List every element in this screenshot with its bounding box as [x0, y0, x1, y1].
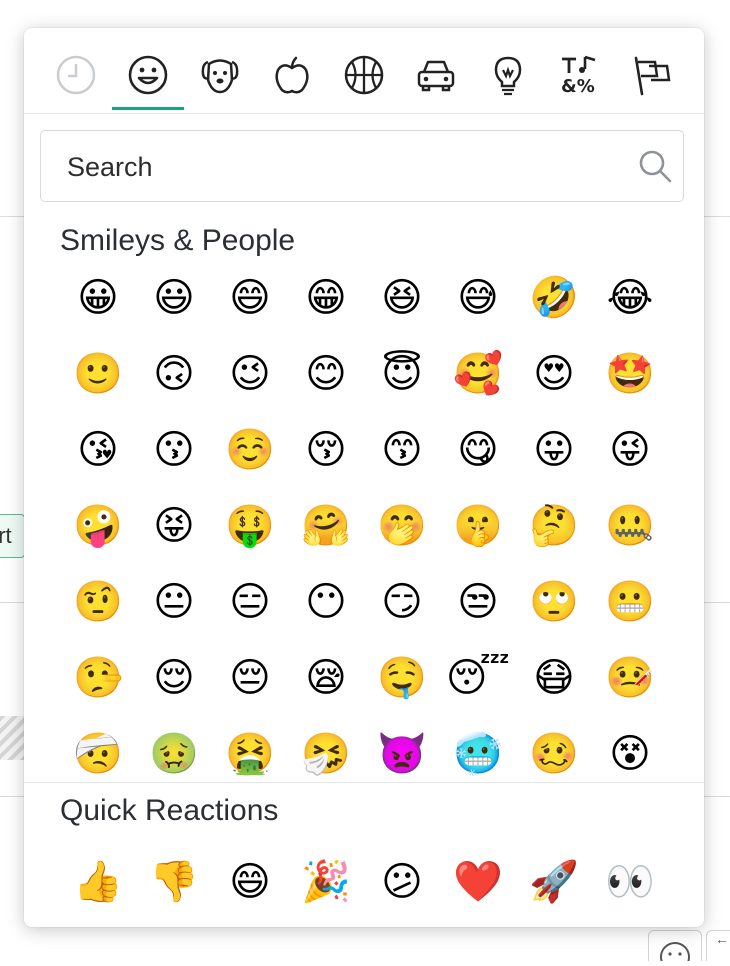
- tab-animals[interactable]: [184, 42, 256, 112]
- emoji-button[interactable]: 😇: [364, 336, 440, 412]
- emoji-button[interactable]: 😷: [516, 640, 592, 716]
- quick-reactions-grid: 👍 👎 😄 🎉 😕 ❤️ 🚀 👀: [60, 844, 668, 920]
- emoji-button[interactable]: 🤒: [592, 640, 668, 716]
- emoji-button[interactable]: 😀: [60, 260, 136, 336]
- emoji-button[interactable]: 🤐: [592, 488, 668, 564]
- emoji-button[interactable]: 🙃: [136, 336, 212, 412]
- emoji-button[interactable]: 🤭: [364, 488, 440, 564]
- clock-icon: [56, 55, 96, 95]
- emoji-button[interactable]: 😙: [364, 412, 440, 488]
- emoji-button[interactable]: 👎: [136, 844, 212, 920]
- emoji-button[interactable]: 😕: [364, 844, 440, 920]
- tab-objects[interactable]: [472, 42, 544, 112]
- smileys-grid: 😀 😃 😄 😁 😆 😅 🤣 😂 🙂 🙃 😉 😊 😇 🥰 😍 🤩 😘 😗 ☺️ 😚 😙 😋 😛 😜 🤪 😝 🤑 🤗 🤭 🤫 🤔 🤐 🤨 😐 😑 😶 😏 😒 🙄…: [60, 260, 668, 778]
- dog-face-icon: [201, 59, 239, 94]
- emoji-button[interactable]: 🥰: [440, 336, 516, 412]
- emoji-button[interactable]: 😒: [440, 564, 516, 640]
- section-divider: [24, 782, 704, 783]
- section-title-smileys: Smileys & People: [60, 224, 296, 257]
- emoji-button[interactable]: 🥴: [516, 716, 592, 778]
- apple-icon: [275, 56, 309, 94]
- emoji-button[interactable]: 🥶: [440, 716, 516, 778]
- emoji-button[interactable]: 😚: [288, 412, 364, 488]
- emoji-button[interactable]: 😘: [60, 412, 136, 488]
- car-icon: [417, 60, 455, 92]
- emoji-button[interactable]: 😌: [136, 640, 212, 716]
- emoji-button[interactable]: 😶: [288, 564, 364, 640]
- emoji-button[interactable]: 😪: [288, 640, 364, 716]
- emoji-button[interactable]: 😂: [592, 260, 668, 336]
- background-striped-block: [0, 716, 24, 760]
- emoji-button[interactable]: 🤨: [60, 564, 136, 640]
- basketball-icon: [344, 55, 384, 95]
- emoji-button[interactable]: 😜: [592, 412, 668, 488]
- tab-travel[interactable]: [400, 42, 472, 112]
- emoji-button[interactable]: 😅: [440, 260, 516, 336]
- search-icon[interactable]: [637, 148, 673, 184]
- emoji-button[interactable]: 🚀: [516, 844, 592, 920]
- symbols-icon: &%: [561, 55, 596, 96]
- emoji-button[interactable]: 🤔: [516, 488, 592, 564]
- emoji-button[interactable]: 😆: [364, 260, 440, 336]
- search-input[interactable]: [65, 149, 629, 185]
- emoji-button[interactable]: 🎉: [288, 844, 364, 920]
- tab-food[interactable]: [256, 42, 328, 112]
- emoji-button[interactable]: ❤️: [440, 844, 516, 920]
- emoji-button[interactable]: 🤪: [60, 488, 136, 564]
- tab-smileys[interactable]: [112, 42, 184, 112]
- emoji-button[interactable]: 😴: [440, 640, 516, 716]
- emoji-button[interactable]: 😋: [440, 412, 516, 488]
- emoji-button[interactable]: 😄: [212, 260, 288, 336]
- emoji-button[interactable]: 😉: [212, 336, 288, 412]
- emoji-button[interactable]: 😐: [136, 564, 212, 640]
- emoji-button[interactable]: 😄: [212, 844, 288, 920]
- emoji-button[interactable]: 👍: [60, 844, 136, 920]
- emoji-button[interactable]: 🤣: [516, 260, 592, 336]
- section-title-quick-reactions: Quick Reactions: [60, 794, 279, 827]
- emoji-button[interactable]: 🙄: [516, 564, 592, 640]
- emoji-button[interactable]: 👀: [592, 844, 668, 920]
- smiley-face-icon: [128, 55, 168, 95]
- emoji-button[interactable]: 🤗: [288, 488, 364, 564]
- tab-recent[interactable]: [40, 42, 112, 112]
- emoji-button[interactable]: 😏: [364, 564, 440, 640]
- emoji-button[interactable]: ☺️: [212, 412, 288, 488]
- svg-text:&%: &%: [561, 76, 595, 96]
- emoji-button[interactable]: 🤤: [364, 640, 440, 716]
- emoji-button[interactable]: 🤥: [60, 640, 136, 716]
- emoji-picker: &% Smileys & People 😀😃😄😁😆😅🤣😂🙂🙃😉😊😇🥰😍🤩😘😗☺️…: [24, 28, 704, 927]
- emoji-button[interactable]: 😝: [136, 488, 212, 564]
- emoji-button[interactable]: 🤑: [212, 488, 288, 564]
- tab-flags[interactable]: [616, 42, 688, 112]
- emoji-button[interactable]: 😃: [136, 260, 212, 336]
- lightbulb-icon: [494, 56, 522, 96]
- emoji-button[interactable]: 😬: [592, 564, 668, 640]
- emoji-button[interactable]: 👿: [364, 716, 440, 778]
- background-emoji-button: [648, 930, 702, 966]
- emoji-button[interactable]: 😛: [516, 412, 592, 488]
- emoji-button[interactable]: 😔: [212, 640, 288, 716]
- emoji-button[interactable]: 🤧: [288, 716, 364, 778]
- emoji-button[interactable]: 🤮: [212, 716, 288, 778]
- flags-icon: [634, 56, 671, 96]
- category-bar: &%: [24, 28, 704, 114]
- emoji-button[interactable]: 😁: [288, 260, 364, 336]
- tab-symbols[interactable]: &%: [544, 42, 616, 112]
- emoji-button[interactable]: 😑: [212, 564, 288, 640]
- emoji-button[interactable]: 🤫: [440, 488, 516, 564]
- background-chip: art: [0, 514, 25, 558]
- background-arrow-button: ←: [706, 930, 730, 961]
- search-box: [40, 130, 684, 202]
- emoji-button[interactable]: 🤩: [592, 336, 668, 412]
- emoji-button[interactable]: 😍: [516, 336, 592, 412]
- emoji-button[interactable]: 😊: [288, 336, 364, 412]
- emoji-button[interactable]: 😗: [136, 412, 212, 488]
- emoji-button[interactable]: 🤢: [136, 716, 212, 778]
- emoji-button[interactable]: 🙂: [60, 336, 136, 412]
- emoji-button[interactable]: 🤕: [60, 716, 136, 778]
- tab-activity[interactable]: [328, 42, 400, 112]
- emoji-button[interactable]: 😵: [592, 716, 668, 778]
- active-tab-indicator: [112, 107, 184, 110]
